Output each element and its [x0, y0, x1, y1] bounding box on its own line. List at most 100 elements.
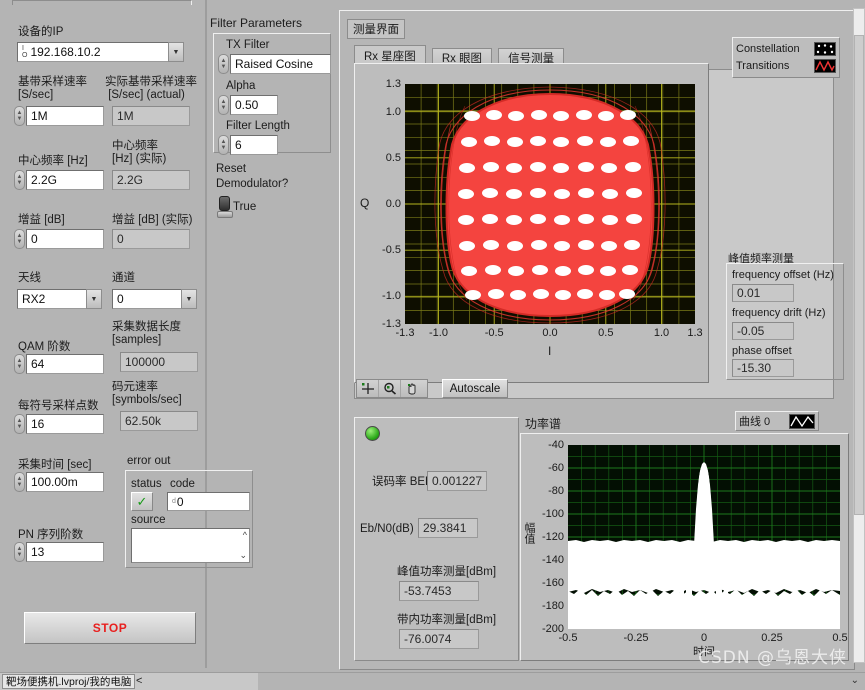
- scrollbar-thumb[interactable]: [854, 35, 864, 515]
- ber-label: 误码率 BER: [372, 476, 433, 489]
- scatter-icon[interactable]: [814, 42, 836, 56]
- pn-order-value[interactable]: 13: [26, 542, 104, 562]
- reset-demodulator-toggle[interactable]: True: [218, 196, 256, 218]
- spectrum-title: 功率谱: [525, 418, 561, 431]
- spectrum-legend-label: 曲线 0: [739, 413, 770, 429]
- scroll-up-icon[interactable]: ^: [243, 530, 247, 540]
- data-length-label: 采集数据长度 [samples]: [112, 321, 181, 347]
- y-tick: -180: [542, 600, 564, 612]
- gain-spinner[interactable]: ▲▼: [14, 229, 25, 249]
- filter-length-value[interactable]: 6: [230, 135, 278, 155]
- antenna-value[interactable]: RX2: [17, 289, 87, 309]
- error-source-textbox[interactable]: ^ ⌄: [131, 528, 250, 563]
- in-band-power-label: 带内功率测量[dBm]: [397, 614, 496, 627]
- project-chip[interactable]: 靶场便携机.lvproj/我的电脑: [2, 674, 135, 689]
- baseband-rate-value[interactable]: 1M: [26, 106, 104, 126]
- phase-offset-label: phase offset: [732, 345, 792, 358]
- labview-front-panel: 设备的IP IO 192.168.10.2 ▼ 基带采样速率 [S/sec] ▲…: [0, 0, 865, 690]
- x-tick: -1.0: [429, 327, 448, 339]
- cursor-icon[interactable]: [357, 380, 379, 397]
- status-bar-chevron-icon[interactable]: ⌄: [851, 675, 859, 686]
- gain-value[interactable]: 0: [26, 229, 104, 249]
- status-bar-arrow[interactable]: <: [136, 675, 142, 687]
- symbol-rate-value: 62.50k: [120, 411, 198, 431]
- center-freq-spinner[interactable]: ▲▼: [14, 170, 25, 190]
- ebn0-value: 29.3841: [418, 518, 478, 538]
- center-freq-control[interactable]: ▲▼ 2.2G: [14, 170, 104, 190]
- device-ip-control[interactable]: IO 192.168.10.2 ▼: [17, 42, 184, 62]
- gain-actual-value: 0: [112, 229, 190, 249]
- alpha-value[interactable]: 0.50: [230, 95, 278, 115]
- acquisition-time-control[interactable]: ▲▼ 100.00m: [14, 472, 104, 492]
- legend-label-constellation: Constellation: [736, 43, 800, 55]
- alpha-spinner[interactable]: ▲▼: [218, 95, 229, 115]
- measurement-panel: 测量界面 Rx 星座图 Rx 眼图 信号测量 Constellation: [339, 10, 855, 670]
- constellation-legend[interactable]: Constellation Transitions: [732, 37, 840, 78]
- legend-row-constellation[interactable]: Constellation: [736, 40, 836, 57]
- error-source-label: source: [131, 514, 166, 527]
- tx-filter-control[interactable]: ▲▼ Raised Cosine: [218, 54, 331, 74]
- y-tick: 1.0: [386, 106, 401, 118]
- pan-icon[interactable]: [401, 380, 423, 397]
- channel-control[interactable]: 0 ▼: [112, 289, 197, 309]
- vertical-scrollbar[interactable]: [853, 8, 865, 663]
- device-ip-dropdown-arrow[interactable]: ▼: [168, 42, 184, 62]
- gain-control[interactable]: ▲▼ 0: [14, 229, 104, 249]
- error-status-checkbox[interactable]: ✓: [131, 492, 153, 511]
- x-tick: 0.0: [542, 327, 557, 339]
- alpha-control[interactable]: ▲▼ 0.50: [218, 95, 278, 115]
- acquisition-time-spinner[interactable]: ▲▼: [14, 472, 25, 492]
- page-tab[interactable]: 测量界面: [347, 19, 405, 39]
- autoscale-button[interactable]: Autoscale: [442, 379, 508, 398]
- error-code-value[interactable]: d 0: [167, 492, 250, 511]
- spectrum-y-axis-label: 幅值: [522, 522, 535, 544]
- baseband-rate-label: 基带采样速率 [S/sec]: [18, 76, 87, 102]
- center-freq-value[interactable]: 2.2G: [26, 170, 104, 190]
- tx-filter-spinner[interactable]: ▲▼: [218, 54, 229, 74]
- zoom-icon[interactable]: [379, 380, 401, 397]
- pn-order-control[interactable]: ▲▼ 13: [14, 542, 104, 562]
- filter-length-spinner[interactable]: ▲▼: [218, 135, 229, 155]
- samples-per-symbol-spinner[interactable]: ▲▼: [14, 414, 25, 434]
- y-tick: -60: [548, 462, 564, 474]
- scroll-down-icon[interactable]: ⌄: [239, 550, 247, 561]
- pn-order-spinner[interactable]: ▲▼: [14, 542, 25, 562]
- samples-per-symbol-label: 每符号采样点数: [18, 400, 99, 413]
- samples-per-symbol-control[interactable]: ▲▼ 16: [14, 414, 104, 434]
- filter-parameters-group: Filter Parameters TX Filter ▲▼ Raised Co…: [207, 6, 337, 211]
- qam-order-value[interactable]: 64: [26, 354, 104, 374]
- spectrum-legend[interactable]: 曲线 0: [735, 411, 819, 431]
- antenna-dropdown-arrow[interactable]: ▼: [86, 289, 102, 309]
- reset-demodulator-label: Reset Demodulator?: [216, 162, 288, 192]
- power-spectrum-graph: -40 -60 -80 -100 -120 -140 -160 -180 -20…: [520, 433, 849, 661]
- antenna-control[interactable]: RX2 ▼: [17, 289, 102, 309]
- spectrum-plot-area[interactable]: [568, 445, 840, 629]
- qam-order-spinner[interactable]: ▲▼: [14, 354, 25, 374]
- in-band-power-value: -76.0074: [399, 629, 479, 649]
- channel-dropdown-arrow[interactable]: ▼: [181, 289, 197, 309]
- device-parameters-panel: 设备的IP IO 192.168.10.2 ▼ 基带采样速率 [S/sec] ▲…: [0, 8, 205, 683]
- channel-value[interactable]: 0: [112, 289, 182, 309]
- center-freq-label: 中心频率 [Hz]: [18, 155, 88, 168]
- frequency-offset-value: 0.01: [732, 284, 794, 302]
- legend-row-transitions[interactable]: Transitions: [736, 57, 836, 74]
- acquisition-time-value[interactable]: 100.00m: [26, 472, 104, 492]
- stop-button[interactable]: STOP: [24, 612, 196, 644]
- tx-filter-value[interactable]: Raised Cosine: [230, 54, 331, 74]
- qam-order-control[interactable]: ▲▼ 64: [14, 354, 104, 374]
- channel-label: 通道: [112, 272, 135, 285]
- waveform-icon[interactable]: [789, 414, 815, 429]
- filter-length-control[interactable]: ▲▼ 6: [218, 135, 278, 155]
- page-tab-label: 测量界面: [353, 24, 399, 36]
- y-tick: -120: [542, 531, 564, 543]
- baseband-rate-spinner[interactable]: ▲▼: [14, 106, 25, 126]
- graph-palette[interactable]: [356, 379, 428, 398]
- waveform-icon[interactable]: [814, 59, 836, 73]
- toggle-switch-icon[interactable]: [218, 196, 231, 218]
- constellation-plot-area[interactable]: [405, 84, 695, 324]
- baseband-rate-control[interactable]: ▲▼ 1M: [14, 106, 104, 126]
- x-tick: 1.0: [654, 327, 669, 339]
- ber-value: 0.001227: [427, 471, 487, 491]
- peak-frequency-group: 峰值频率测量 frequency offset (Hz) 0.01 freque…: [726, 253, 846, 381]
- samples-per-symbol-value[interactable]: 16: [26, 414, 104, 434]
